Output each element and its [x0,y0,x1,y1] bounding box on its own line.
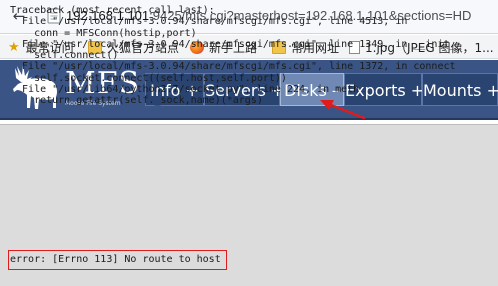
traceback-line: self.socket.connect((self.host,self.port… [10,72,287,84]
traceback-line: conn = MFSConn(hostip,port) [10,27,197,39]
error-message: error: [Errno 113] No route to host [10,254,221,265]
traceback-line: File "/usr/lib64/python2.7/socket.py", l… [10,84,360,96]
traceback-line: return getattr(self._sock,name)(*args) [10,95,263,107]
traceback-line: File "/usr/local/mfs-3.0.94/share/mfscgi… [10,16,408,28]
traceback-text: Traceback (most recent call last): File … [10,5,462,107]
traceback-line: File "/usr/local/mfs-3.0.94/share/mfscgi… [10,61,456,73]
traceback-line: self.connect() [10,50,119,62]
traceback-line: Traceback (most recent call last): [10,5,215,16]
traceback-line: File "/usr/local/mfs-3.0.94/share/mfscgi… [10,38,462,50]
